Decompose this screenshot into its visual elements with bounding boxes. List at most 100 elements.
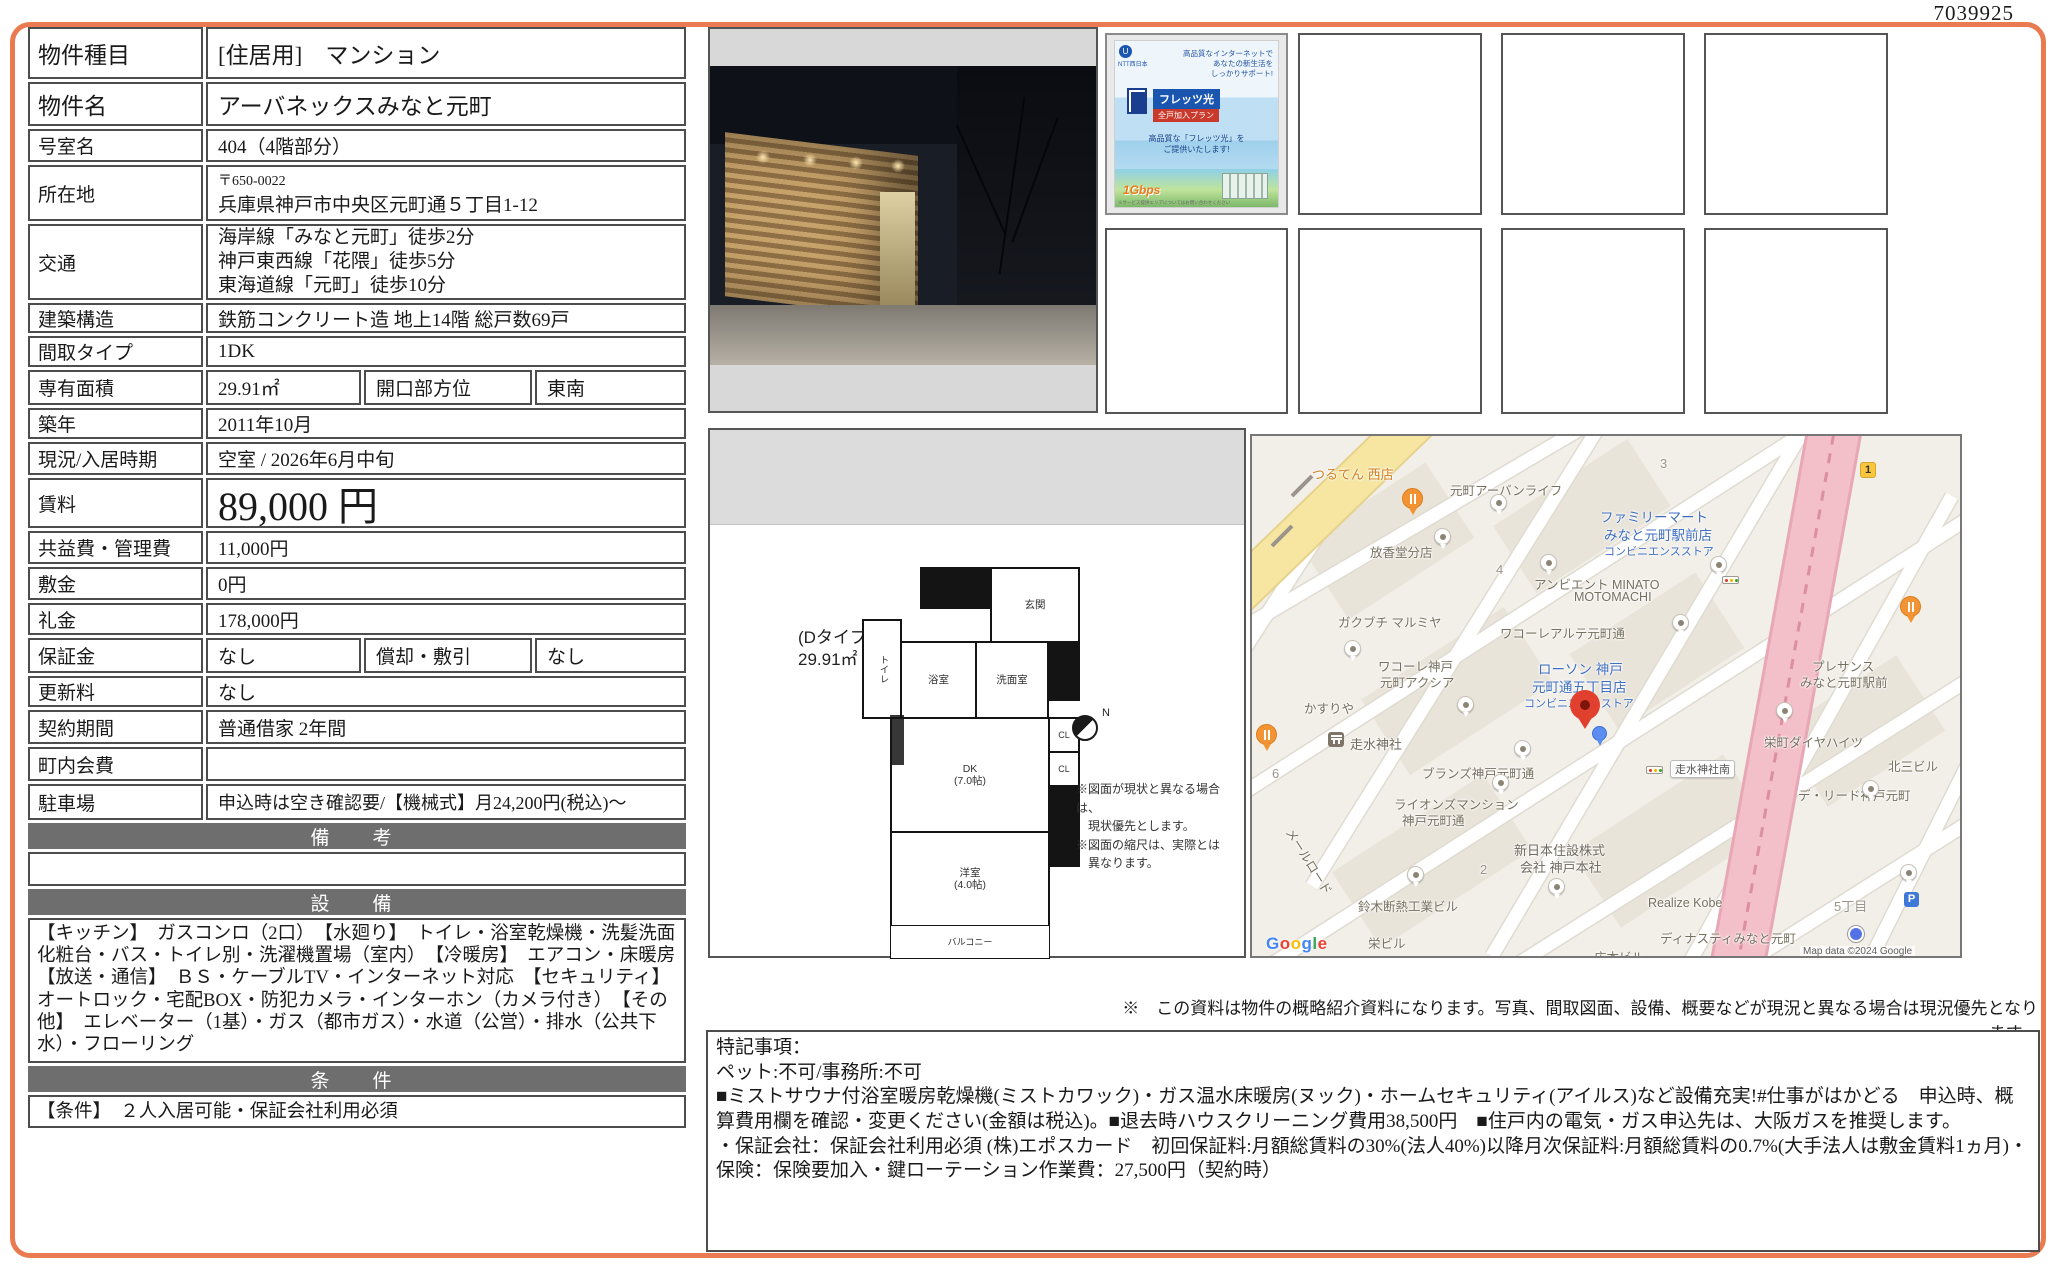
parking-icon: P bbox=[1904, 892, 1919, 907]
map-label: Realize Kobe bbox=[1648, 896, 1722, 910]
photo-slot-empty bbox=[1298, 228, 1482, 414]
area-value: 29.91㎡ bbox=[206, 370, 361, 405]
map-label: デ・リード神戸元町 bbox=[1798, 785, 1911, 804]
row-label: 更新料 bbox=[28, 676, 203, 707]
amortization-value: なし bbox=[535, 638, 686, 673]
photo-slot-empty bbox=[1704, 228, 1888, 414]
kitchen-counter bbox=[890, 715, 904, 765]
photo-slot-empty bbox=[1704, 33, 1888, 215]
photo-letterbox-bottom bbox=[710, 365, 1096, 411]
photo-door bbox=[880, 192, 915, 306]
deposit-value: 0円 bbox=[206, 567, 686, 600]
cafe-pin-icon bbox=[1900, 596, 1921, 617]
row-label: 専有面積 bbox=[28, 370, 203, 405]
map-label: 6 bbox=[1272, 766, 1279, 781]
map-label: 5丁目 bbox=[1834, 896, 1867, 915]
management-fee-value: 11,000円 bbox=[206, 531, 686, 564]
map-label: ブランズ神戸元町通 bbox=[1422, 763, 1534, 782]
facing-value: 東南 bbox=[535, 370, 686, 405]
property-table: 物件種目 [住居用] マンション 物件名 アーバネックスみなと元町 号室名 40… bbox=[28, 27, 686, 1131]
map-label: 4 bbox=[1496, 562, 1503, 577]
map-label: 放香堂分店 bbox=[1370, 542, 1433, 561]
built-year-value: 2011年10月 bbox=[206, 408, 686, 439]
floorplan-notes: ※図面が現状と異なる場合は、 現状優先とします。 ※図面の縮尺は、実際とは 異な… bbox=[1076, 780, 1236, 873]
photo-slot-empty bbox=[1298, 33, 1482, 215]
row-label: 現況/入居時期 bbox=[28, 442, 203, 475]
map-label: つるてん 西店 bbox=[1312, 464, 1394, 483]
floorplan-area-label: 29.91㎡ bbox=[798, 645, 858, 670]
special-notes-line: ■ミストサウナ付浴室暖房乾燥機(ミストカワック)・ガス温水床暖房(ヌック)・ホー… bbox=[716, 1085, 2030, 1134]
room-washroom: 洗面室 bbox=[975, 641, 1049, 719]
row-label: 物件名 bbox=[28, 82, 203, 126]
notes-section-body bbox=[28, 852, 686, 886]
room-toilet: トイレ bbox=[862, 619, 902, 719]
map-label: 栄町ダイヤハイツ bbox=[1764, 732, 1863, 751]
internet-ad-slot: U NTT西日本 高品質なインターネットで あなたの新生活を しっかりサポート!… bbox=[1105, 33, 1288, 215]
zip-code: 〒650-0022 bbox=[218, 170, 286, 190]
poi-pin-icon bbox=[1434, 528, 1451, 545]
row-label: 築年 bbox=[28, 408, 203, 439]
map-label: 会社 神戸本社 bbox=[1520, 857, 1602, 876]
renewal-fee-value: なし bbox=[206, 676, 686, 707]
map-label: 鈴木断熱工業ビル bbox=[1358, 896, 1458, 915]
address-value: 〒650-0022 兵庫県神戸市中央区元町通５丁目1-12 bbox=[206, 165, 686, 221]
row-label: 物件種目 bbox=[28, 27, 203, 79]
table-row: 築年 2011年10月 bbox=[28, 408, 686, 439]
conditions-section-header: 条 件 bbox=[28, 1066, 686, 1092]
compass-icon bbox=[1072, 715, 1098, 741]
conditions-text: 【条件】 ２人入居可能・保証会社利用必須 bbox=[30, 1101, 403, 1123]
balcony: バルコニー bbox=[890, 925, 1050, 959]
ad-fineprint: ※サービス提供エリアについてはお問い合わせください bbox=[1118, 200, 1230, 206]
map-label: ガクブチ マルミヤ bbox=[1338, 612, 1441, 631]
equipment-text: 【キッチン】 ガスコンロ（2口） 【水廻り】 トイレ・浴室乾燥機・洗髪洗面化粧台… bbox=[30, 920, 684, 1061]
map-label: 2 bbox=[1480, 862, 1487, 877]
map-label: ディナスティみなと元町 bbox=[1660, 928, 1796, 947]
row-label: 礼金 bbox=[28, 603, 203, 635]
town-fee-value bbox=[206, 747, 686, 781]
address-text: 兵庫県神戸市中央区元町通５丁目1-12 bbox=[218, 190, 538, 217]
table-row: 建築構造 鉄筋コンクリート造 地上14階 総戸数69戸 bbox=[28, 303, 686, 333]
table-row: 賃料 89,000 円 bbox=[28, 478, 686, 528]
conditions-section-body: 【条件】 ２人入居可能・保証会社利用必須 bbox=[28, 1095, 686, 1128]
row-label: 開口部方位 bbox=[364, 370, 532, 405]
property-flyer-page: 7039925 物件種目 [住居用] マンション 物件名 アーバネックスみなと元… bbox=[0, 0, 2056, 1265]
equipment-section-body: 【キッチン】 ガスコンロ（2口） 【水廻り】 トイレ・浴室乾燥機・洗髪洗面化粧台… bbox=[28, 918, 686, 1063]
traffic-light-icon bbox=[1722, 576, 1739, 584]
ad-copy-line: 高品質な「フレッツ光」を bbox=[1115, 133, 1278, 144]
map-label-boxed: 走水神社南 bbox=[1670, 760, 1735, 778]
layout-type-value: 1DK bbox=[206, 336, 686, 367]
room-dk: DK (7.0帖) bbox=[890, 717, 1050, 833]
room-number-value: 404（4階部分） bbox=[206, 129, 686, 162]
poi-pin-icon bbox=[1548, 878, 1565, 895]
room-bedroom: 洋室 (4.0帖) bbox=[890, 831, 1050, 927]
access-line: 神戸東西線「花隈」徒歩5分 bbox=[218, 250, 456, 274]
table-row: 交通 海岸線「みなと元町」徒歩2分 神戸東西線「花隈」徒歩5分 東海道線「元町」… bbox=[28, 224, 686, 300]
row-label: 共益費・管理費 bbox=[28, 531, 203, 564]
condo-photo-icon bbox=[1222, 173, 1268, 199]
flets-logo: フレッツ光 bbox=[1153, 89, 1220, 109]
contract-value: 普通借家 2年間 bbox=[206, 710, 686, 744]
table-row: 所在地 〒650-0022 兵庫県神戸市中央区元町通５丁目1-12 bbox=[28, 165, 686, 221]
map-label: ファミリーマート bbox=[1600, 506, 1708, 526]
shaft-block bbox=[1047, 643, 1080, 701]
photo-slot-empty bbox=[1501, 228, 1685, 414]
traffic-light-icon bbox=[1646, 766, 1663, 774]
poi-pin-icon bbox=[1457, 696, 1474, 713]
map-label: かすりや bbox=[1304, 698, 1354, 717]
station-marker-icon bbox=[1848, 926, 1864, 942]
map-attribution: Map data ©2024 Google bbox=[1800, 946, 1915, 957]
table-row: 共益費・管理費 11,000円 bbox=[28, 531, 686, 564]
poi-pin-icon bbox=[1862, 780, 1879, 797]
equipment-section-header: 設 備 bbox=[28, 889, 686, 915]
access-line: 海岸線「みなと元町」徒歩2分 bbox=[218, 226, 475, 250]
wall-block bbox=[920, 567, 994, 609]
table-row: 保証金 なし 償却・敷引 なし bbox=[28, 638, 686, 673]
row-label: 償却・敷引 bbox=[364, 638, 532, 673]
destination-pin-icon bbox=[1570, 690, 1600, 720]
map-label: 広本ビル bbox=[1594, 947, 1644, 958]
property-type-value: [住居用] マンション bbox=[206, 27, 686, 79]
status-value: 空室 / 2026年6月中旬 bbox=[206, 442, 686, 475]
google-logo: Google bbox=[1266, 934, 1328, 954]
poi-pin-icon bbox=[1344, 640, 1361, 657]
table-row: 現況/入居時期 空室 / 2026年6月中旬 bbox=[28, 442, 686, 475]
